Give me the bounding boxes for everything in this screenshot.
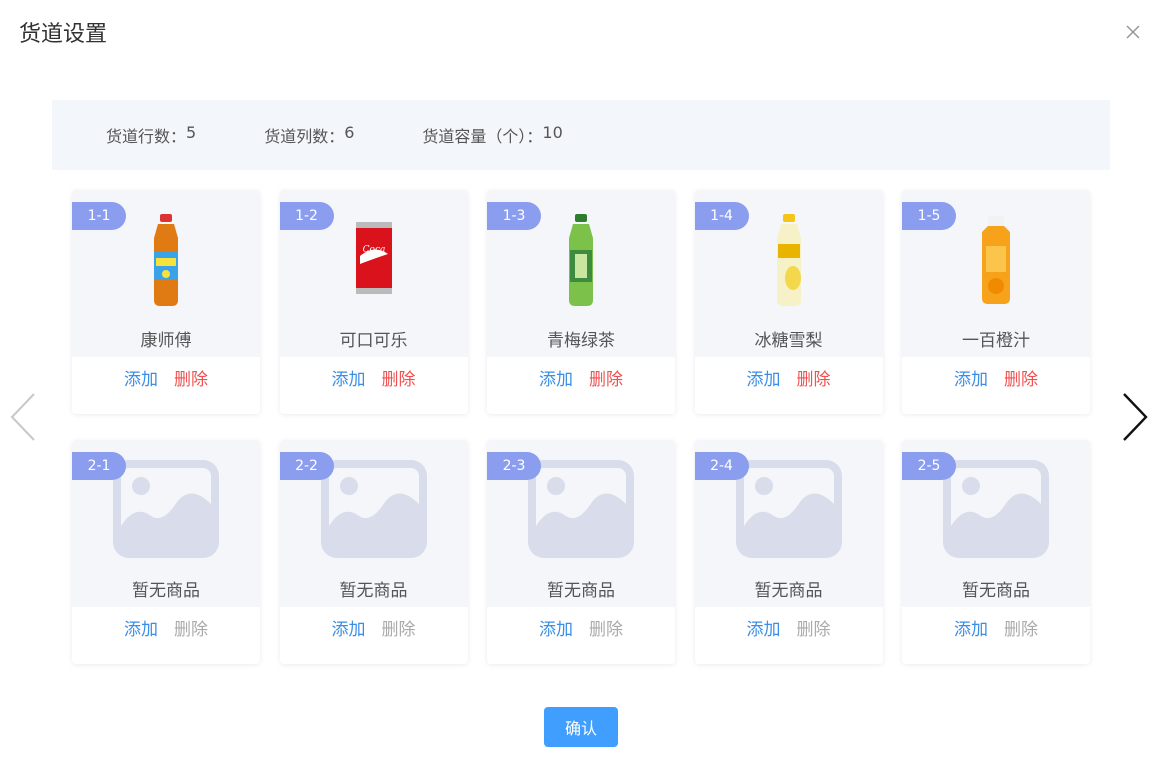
delete-product-button[interactable]: 删除	[797, 365, 831, 390]
delete-product-button: 删除	[174, 620, 208, 640]
slot-actions: 添加 删除	[487, 607, 675, 664]
slot-card-top: 1-5 一百橙汁	[902, 190, 1090, 357]
product-name: 暂无商品	[339, 581, 408, 601]
delete-product-button[interactable]: 删除	[1004, 365, 1038, 390]
cola-can-icon: Coca	[344, 212, 404, 308]
product-name: 康师傅	[140, 331, 192, 351]
slot-card-top: 2-4 暂无商品	[694, 440, 883, 607]
info-rows: 货道行数： 5	[106, 123, 197, 146]
info-columns: 货道列数： 6	[264, 123, 355, 146]
pear-juice-bottle-icon	[759, 212, 819, 308]
add-product-button[interactable]: 添加	[954, 365, 988, 390]
delete-product-button[interactable]: 删除	[589, 365, 623, 390]
slot-code-badge: 1-2	[279, 202, 334, 230]
slot-actions: 添加 删除	[487, 357, 675, 414]
product-name: 暂无商品	[547, 581, 615, 601]
slot-card: 1-1 康师傅 添加 删除	[72, 190, 260, 414]
slot-code-badge: 2-5	[902, 452, 956, 480]
add-product-button[interactable]: 添加	[539, 365, 573, 390]
product-name: 冰糖雪梨	[754, 331, 823, 351]
slot-code-badge: 2-3	[487, 452, 541, 480]
close-icon[interactable]	[1125, 24, 1141, 40]
delete-product-button[interactable]: 删除	[382, 365, 416, 390]
add-product-button[interactable]: 添加	[747, 615, 781, 640]
product-name: 一百橙汁	[962, 331, 1030, 351]
delete-product-button: 删除	[1004, 620, 1038, 640]
image-placeholder-icon	[528, 460, 634, 558]
slot-card-top: 2-5 暂无商品	[902, 440, 1090, 607]
slot-card: 2-2 暂无商品 添加 删除	[279, 440, 468, 664]
product-name: 暂无商品	[132, 581, 200, 601]
slot-actions: 添加 删除	[72, 357, 260, 414]
slot-card: 2-1 暂无商品 添加 删除	[72, 440, 260, 664]
slot-actions: 添加 删除	[902, 607, 1090, 664]
add-product-button[interactable]: 添加	[747, 365, 781, 390]
slot-code-badge: 1-5	[902, 202, 956, 230]
slot-card: 2-3 暂无商品 添加 删除	[487, 440, 675, 664]
image-placeholder-icon	[113, 460, 219, 558]
slot-row: 2-1 暂无商品 添加 删除 2-2 暂无商品 添加 删除 2-3 暂无商品 添…	[72, 440, 1090, 664]
slot-code-badge: 2-4	[694, 452, 749, 480]
slot-actions: 添加 删除	[902, 357, 1090, 414]
info-capacity: 货道容量（个）： 10	[422, 123, 563, 146]
svg-text:Coca: Coca	[362, 245, 385, 255]
dialog-title: 货道设置	[19, 22, 108, 47]
slot-card-top: 2-3 暂无商品	[487, 440, 675, 607]
delete-product-button: 删除	[589, 620, 623, 640]
add-product-button[interactable]: 添加	[539, 615, 573, 640]
slot-info-bar: 货道行数： 5 货道列数： 6 货道容量（个）： 10	[52, 100, 1110, 170]
slot-row: 1-1 康师傅 添加 删除 1-2 Coca 可口可乐 添加 删除 1-3 青梅…	[72, 190, 1090, 414]
slot-card-top: 2-2 暂无商品	[279, 440, 468, 607]
slot-card: 1-5 一百橙汁 添加 删除	[902, 190, 1090, 414]
slot-actions: 添加 删除	[695, 607, 883, 664]
slot-code-badge: 1-3	[487, 202, 541, 230]
slot-code-badge: 1-1	[72, 202, 126, 230]
slot-card-top: 1-3 青梅绿茶	[487, 190, 675, 357]
slot-actions: 添加 删除	[72, 607, 260, 664]
slot-card-top: 1-2 Coca 可口可乐	[279, 190, 468, 357]
delete-product-button[interactable]: 删除	[174, 365, 208, 390]
delete-product-button: 删除	[381, 620, 416, 640]
slot-card: 1-2 Coca 可口可乐 添加 删除	[279, 190, 468, 414]
confirm-button[interactable]: 确认	[544, 707, 618, 747]
add-product-button[interactable]: 添加	[954, 615, 988, 640]
add-product-button[interactable]: 添加	[124, 365, 158, 390]
slot-actions: 添加 删除	[280, 607, 468, 664]
slot-grid: 1-1 康师傅 添加 删除 1-2 Coca 可口可乐 添加 删除 1-3 青梅…	[72, 190, 1090, 690]
add-product-button[interactable]: 添加	[124, 615, 158, 640]
slot-code-badge: 2-2	[279, 452, 334, 480]
slot-actions: 添加 删除	[695, 357, 883, 414]
slot-card: 2-4 暂无商品 添加 删除	[694, 440, 883, 664]
iced-tea-bottle-icon	[136, 212, 196, 308]
slot-card: 1-4 冰糖雪梨 添加 删除	[694, 190, 883, 414]
slot-card: 1-3 青梅绿茶 添加 删除	[487, 190, 675, 414]
slot-code-badge: 1-4	[694, 202, 749, 230]
image-placeholder-icon	[943, 460, 1049, 558]
slot-card-top: 1-4 冰糖雪梨	[694, 190, 883, 357]
slot-card-top: 1-1 康师傅	[72, 190, 260, 357]
product-name: 可口可乐	[339, 331, 408, 351]
green-tea-bottle-icon	[551, 212, 611, 308]
delete-product-button: 删除	[796, 620, 831, 640]
image-placeholder-icon	[735, 460, 842, 558]
product-name: 青梅绿茶	[547, 331, 615, 351]
prev-page-chevron-left-icon[interactable]	[8, 392, 38, 442]
slot-actions: 添加 删除	[280, 357, 468, 414]
next-page-chevron-right-icon[interactable]	[1120, 392, 1150, 442]
slot-card: 2-5 暂无商品 添加 删除	[902, 440, 1090, 664]
slot-card-top: 2-1 暂无商品	[72, 440, 260, 607]
add-product-button[interactable]: 添加	[332, 365, 366, 390]
product-name: 暂无商品	[962, 581, 1030, 601]
orange-juice-bottle-icon	[966, 212, 1026, 308]
product-name: 暂无商品	[754, 581, 823, 601]
slot-code-badge: 2-1	[72, 452, 126, 480]
add-product-button[interactable]: 添加	[332, 615, 366, 640]
image-placeholder-icon	[320, 460, 427, 558]
